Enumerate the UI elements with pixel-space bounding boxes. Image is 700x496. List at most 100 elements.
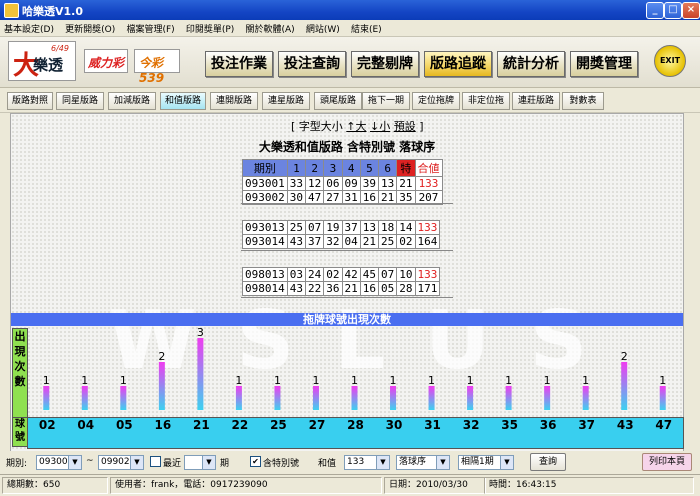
bar-05 [120,386,127,410]
font-size-label: 字型大小 [298,120,343,133]
dropdown-arrow-icon[interactable]: ▼ [202,456,215,469]
cell-sum: 133 [414,267,441,282]
table-row: 093001 33 12 06 09 39 13 21 133 [242,176,443,191]
status-bar: 總期數：650 使用者：frank，電話：0917239090 日期：2010/… [0,474,700,496]
sub-btn-compare[interactable]: 版路對照 [7,92,53,110]
font-bracket-left: [ [291,120,296,133]
bar-47 [659,386,666,410]
sub-btn-same-star[interactable]: 同星版路 [56,92,104,110]
sub-btn-add-sub[interactable]: 加減版路 [108,92,156,110]
report-panel[interactable]: W S L U S [ 字型大小 ↑大 ↓小 預設 ] 大樂透和值版路 含特別號… [10,113,684,453]
font-smaller-link[interactable]: ↓小 [370,120,390,133]
sub-btn-non-positional-drag[interactable]: 非定位拖 [462,92,510,110]
close-button[interactable]: × [682,2,700,19]
interval-select[interactable]: 相隔1期 ▼ [458,455,514,470]
path-tracking-button[interactable]: 版路追蹤 [424,51,492,77]
bet-query-button[interactable]: 投注查詢 [278,51,346,77]
group-separator [241,250,453,251]
menu-exit[interactable]: 結束(E) [347,20,386,35]
chart-title: 拖牌球號出現次數 [11,313,683,326]
menu-update-draw[interactable]: 更新開獎(O) [61,20,119,35]
cell-ball: 07 [304,220,325,235]
period-from-select[interactable]: 093001 ▼ [36,455,82,470]
cell-ball: 05 [377,281,398,296]
table-row: 093014 43 37 32 04 21 25 02 164 [242,234,441,249]
title-bar: 哈樂透V1.0 _ □ × [0,0,700,20]
bar-27 [312,386,319,410]
dropdown-arrow-icon[interactable]: ▼ [130,456,143,469]
powerball-logo[interactable]: 威力彩 [84,49,128,73]
ball-label-28: 28 [347,418,364,432]
recent-select[interactable]: ▼ [184,455,216,470]
statistics-button[interactable]: 統計分析 [497,51,565,77]
interval-value: 相隔1期 [461,457,494,467]
cell-period: 098013 [242,267,288,282]
lotto649-logo[interactable]: 大 樂透 6/49 [8,41,76,81]
cell-ball: 06 [323,176,343,191]
report-title: 大樂透和值版路 含特別號 落球序 [258,140,436,154]
full-filter-button[interactable]: 完整剔牌 [351,51,419,77]
menu-file-manage[interactable]: 檔案管理(F) [122,20,178,35]
sub-btn-consecutive-banker[interactable]: 連莊版路 [512,92,560,110]
header-n1: 1 [286,159,307,177]
bet-entry-button[interactable]: 投注作業 [205,51,273,77]
dropdown-arrow-icon[interactable]: ▼ [68,456,81,469]
order-select[interactable]: 落球序 ▼ [396,455,450,470]
ball-label-22: 22 [231,418,249,432]
exit-button[interactable]: EXIT [654,45,686,77]
today539-logo[interactable]: 今彩539 [134,49,180,85]
ball-label-32: 32 [462,418,480,432]
table-row: 098014 43 22 36 21 16 05 28 171 [242,281,441,296]
print-page-button[interactable]: 列印本頁 [642,453,692,471]
menu-website[interactable]: 網站(W) [302,20,344,35]
period-label: 期別: [6,459,28,469]
cell-ball: 12 [304,176,325,191]
ball-label-37: 37 [578,418,596,432]
cell-special: 02 [396,234,416,249]
sub-btn-consecutive-open[interactable]: 連開版路 [210,92,258,110]
period-to-select[interactable]: 099025 ▼ [98,455,144,470]
dropdown-arrow-icon[interactable]: ▼ [376,456,389,469]
bar-21 [197,338,204,410]
sub-btn-consecutive-star[interactable]: 連星版路 [262,92,310,110]
minimize-button[interactable]: _ [646,2,664,19]
sub-btn-sum[interactable]: 和值版路 [160,92,206,110]
include-special-checkbox[interactable]: ✔ [250,456,261,467]
bar-value-label-43: 2 [621,350,628,363]
cell-ball: 33 [286,176,307,191]
dropdown-arrow-icon[interactable]: ▼ [436,456,449,469]
bar-43 [621,362,628,410]
cell-ball: 43 [286,234,307,249]
header-n5: 5 [359,159,380,177]
sub-btn-positional-drag[interactable]: 定位拖牌 [412,92,460,110]
cell-sum: 164 [414,234,441,249]
chart-bars: 1 1 1 2 3 1 1 1 1 1 1 1 1 1 1 2 1 [43,326,666,410]
font-default-link[interactable]: 預設 [394,120,416,133]
sub-btn-pair-table[interactable]: 對數表 [562,92,604,110]
draw-manage-button[interactable]: 開獎管理 [570,51,638,77]
sub-btn-head-tail[interactable]: 頭尾版路 [314,92,362,110]
lotto-logo-text: 樂透 [33,56,64,74]
window-title: 哈樂透V1.0 [22,5,83,18]
cell-ball: 24 [304,267,325,282]
group-separator [241,203,453,204]
dropdown-arrow-icon[interactable]: ▼ [500,456,513,469]
result-table-3: 098013 03 24 02 42 45 07 10 133 098014 4… [242,267,441,296]
sub-btn-drag-next[interactable]: 拖下一期 [362,92,410,110]
menu-print-slip[interactable]: 印閱獎單(P) [182,20,238,35]
menu-basic-settings[interactable]: 基本設定(D) [0,20,58,35]
maximize-button[interactable]: □ [664,2,682,19]
query-button[interactable]: 查詢 [530,453,566,471]
recent-checkbox[interactable] [150,456,161,467]
table-row: 098013 03 24 02 42 45 07 10 133 [242,267,441,282]
cell-sum: 133 [414,176,443,191]
menu-about[interactable]: 關於軟體(A) [241,20,298,35]
bar-value-label-21: 3 [197,326,204,339]
bar-16 [158,362,165,410]
cell-ball: 02 [323,267,343,282]
group-separator [241,297,453,298]
cell-special: 28 [396,281,416,296]
sum-select[interactable]: 133 ▼ [344,455,390,470]
font-bigger-link[interactable]: ↑大 [346,120,366,133]
bar-value-label-02: 1 [43,374,50,387]
